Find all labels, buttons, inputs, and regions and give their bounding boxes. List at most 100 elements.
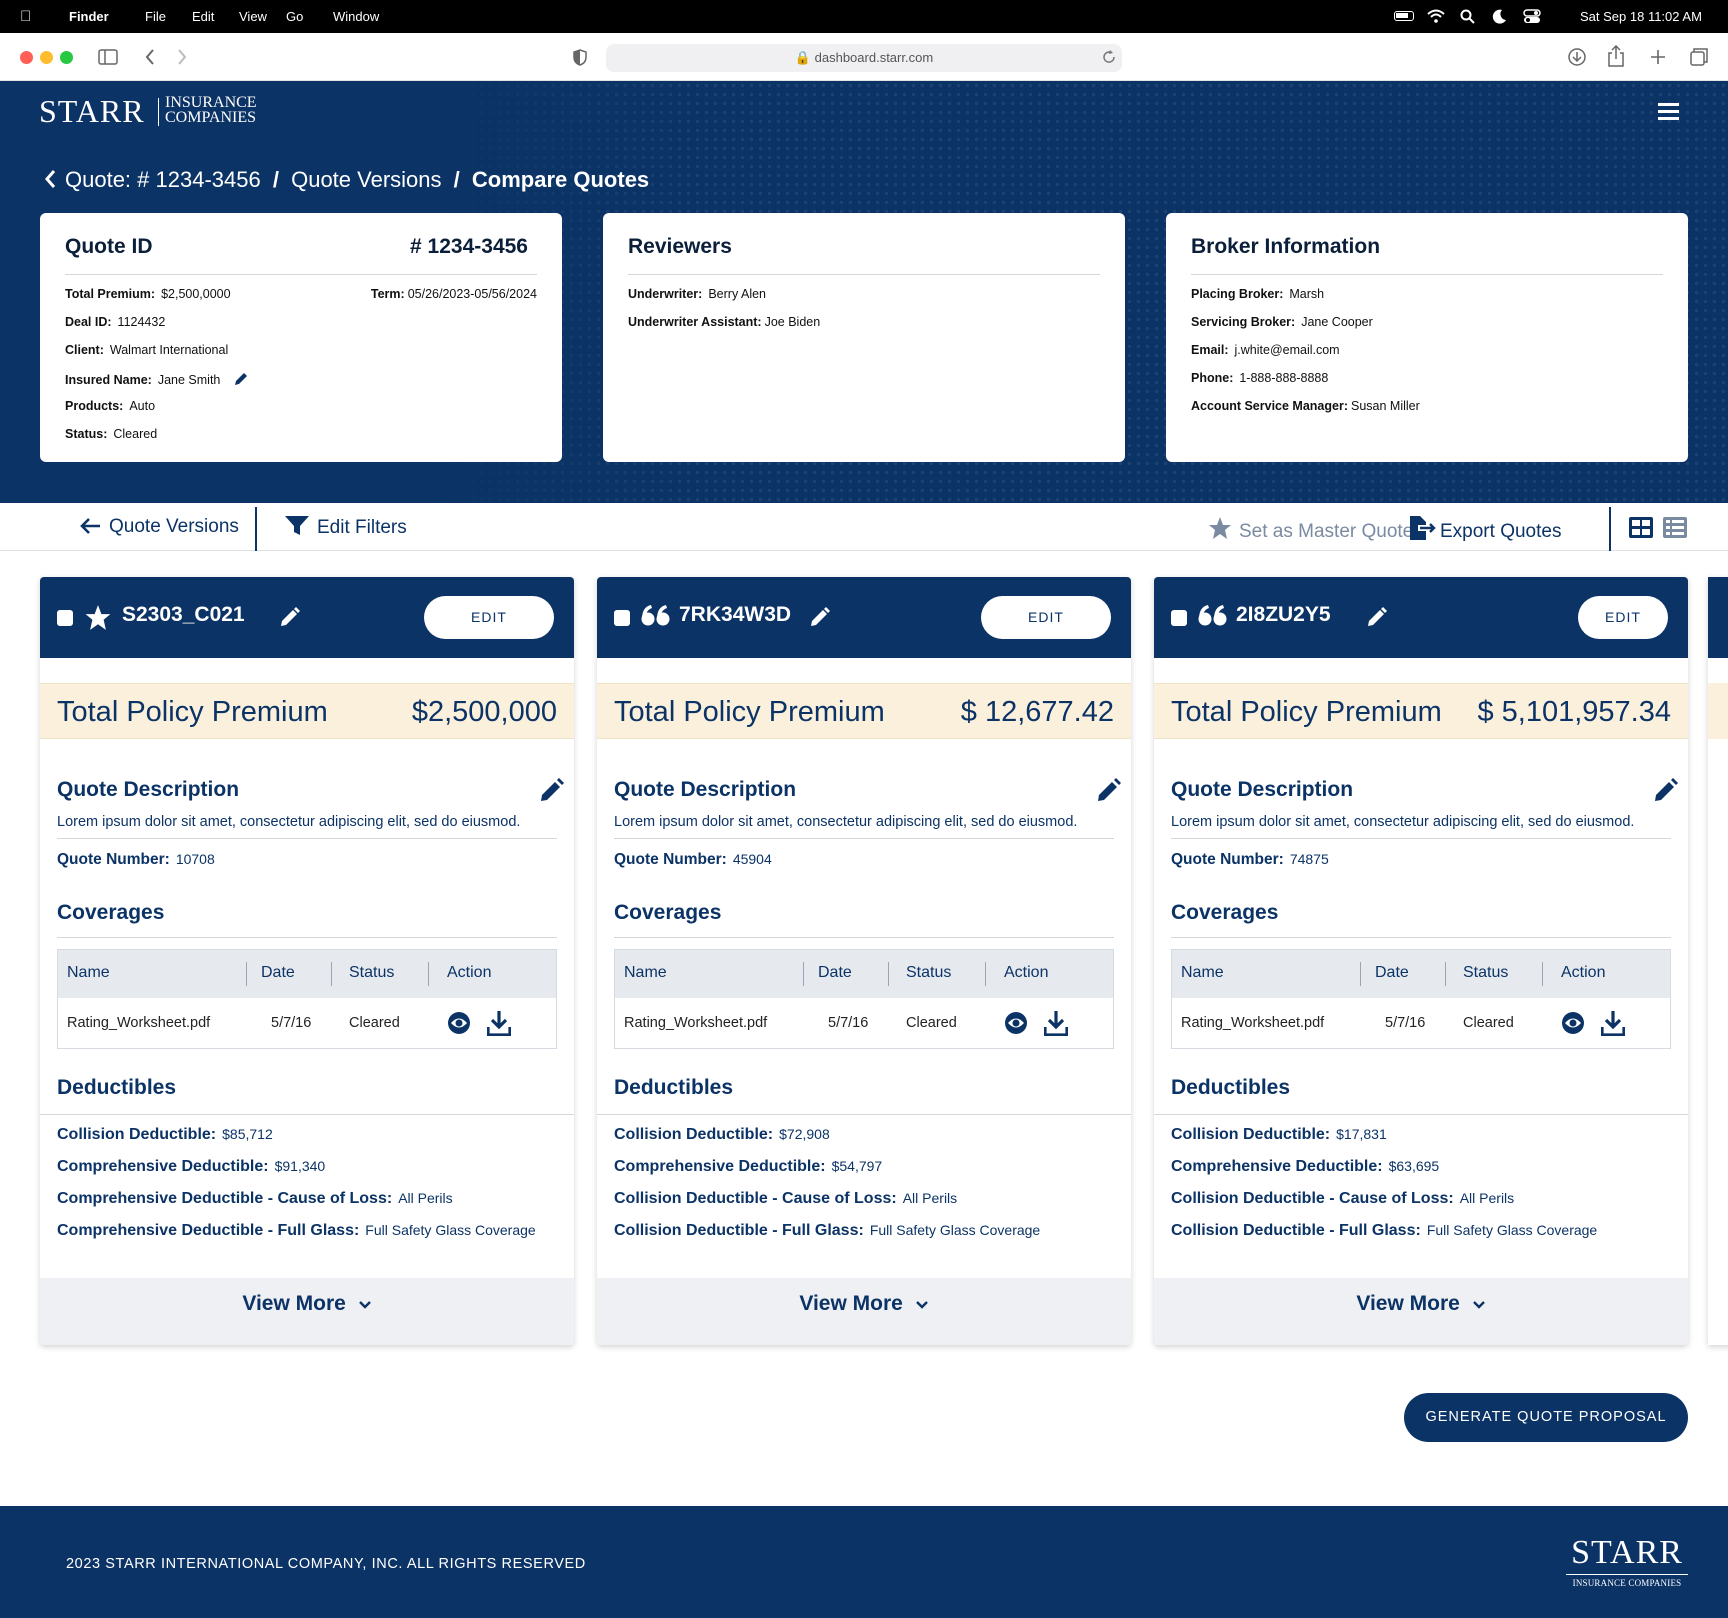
spotlight-search-icon[interactable]: [1460, 9, 1475, 24]
view-more-label: View More: [1356, 1292, 1460, 1315]
reload-icon[interactable]: [1102, 50, 1116, 64]
field-label: Collision Deductible:: [614, 1126, 774, 1143]
view-eye-icon[interactable]: [1004, 1011, 1028, 1035]
new-tab-icon[interactable]: [1650, 49, 1666, 65]
export-quotes-button[interactable]: Export Quotes: [1408, 516, 1561, 543]
field-value: Susan Miller: [1351, 399, 1420, 413]
apple-icon[interactable]: : [20, 8, 31, 25]
field-value: $17,831: [1336, 1126, 1387, 1142]
edit-button[interactable]: EDIT: [1578, 596, 1668, 639]
footer-logo[interactable]: STARR INSURANCE COMPANIES: [1566, 1536, 1688, 1588]
deductible-row: Comprehensive Deductible - Cause of Loss…: [57, 1190, 453, 1208]
share-icon[interactable]: [1608, 45, 1624, 67]
star-icon: [84, 604, 112, 631]
zoom-window-button[interactable]: [60, 51, 73, 64]
field-value: 1124432: [117, 315, 166, 329]
view-eye-icon[interactable]: [1561, 1011, 1585, 1035]
pencil-icon[interactable]: [1654, 778, 1678, 802]
field-value: Cleared: [113, 427, 158, 441]
pencil-icon[interactable]: [1367, 607, 1387, 627]
tab-overview-icon[interactable]: [1690, 48, 1708, 66]
menu-datetime[interactable]: Sat Sep 18 11:02 AM: [1580, 9, 1702, 24]
pencil-icon[interactable]: [234, 371, 249, 386]
quote-id-title: Quote ID: [65, 235, 153, 258]
toolbar-divider: [255, 507, 257, 551]
field-label: Account Service Manager:: [1191, 399, 1348, 413]
field-value: All Perils: [1459, 1190, 1515, 1206]
quote-versions-button[interactable]: Quote Versions: [79, 516, 239, 538]
control-center-icon[interactable]: [1523, 9, 1541, 24]
breadcrumb-quote[interactable]: Quote: # 1234-3456: [65, 167, 261, 192]
close-window-button[interactable]: [20, 51, 33, 64]
field-value: Joe Biden: [764, 315, 821, 329]
download-icon[interactable]: [487, 1010, 511, 1036]
premium-label: Total Policy Premium: [614, 696, 885, 728]
back-icon[interactable]: [144, 48, 156, 66]
grid-view-icon[interactable]: [1629, 517, 1653, 538]
toolbar-divider: [1609, 507, 1611, 551]
download-icon[interactable]: [1044, 1010, 1068, 1036]
select-quote-checkbox[interactable]: [614, 610, 630, 626]
quote-description-title: Quote Description: [614, 778, 797, 801]
pencil-icon[interactable]: [540, 778, 564, 802]
deductible-row: Collision Deductible: $72,908: [614, 1126, 830, 1144]
logo-wordmark: STARR: [39, 93, 145, 129]
sidebar-toggle-icon[interactable]: [98, 49, 118, 65]
browser-toolbar: 🔒 dashboard.starr.com: [0, 33, 1728, 81]
menu-edit[interactable]: Edit: [192, 9, 214, 24]
field-value[interactable]: j.white@email.com: [1235, 343, 1340, 357]
breadcrumb-quote-versions[interactable]: Quote Versions: [291, 167, 441, 192]
field-label: Underwriter:: [628, 287, 703, 301]
field-value: $63,695: [1388, 1158, 1440, 1174]
quote-versions-label: Quote Versions: [109, 516, 239, 537]
minimize-window-button[interactable]: [40, 51, 53, 64]
list-view-icon[interactable]: [1663, 517, 1687, 538]
address-bar[interactable]: 🔒 dashboard.starr.com: [606, 44, 1122, 72]
chevron-left-icon[interactable]: [44, 169, 57, 189]
cell-file-name[interactable]: Rating_Worksheet.pdf: [624, 1015, 767, 1031]
view-more-button[interactable]: View More: [40, 1278, 574, 1345]
privacy-shield-icon[interactable]: [573, 49, 587, 66]
battery-icon[interactable]: [1394, 11, 1414, 21]
view-more-label: View More: [242, 1292, 346, 1315]
field-label: Status:: [65, 427, 108, 441]
moon-icon[interactable]: [1492, 9, 1507, 24]
downloads-icon[interactable]: [1567, 47, 1587, 67]
cell-file-name[interactable]: Rating_Worksheet.pdf: [1181, 1015, 1324, 1031]
edit-filters-button[interactable]: Edit Filters: [285, 516, 407, 539]
cell-file-name[interactable]: Rating_Worksheet.pdf: [67, 1015, 210, 1031]
menu-window[interactable]: Window: [333, 9, 379, 24]
wifi-icon[interactable]: [1427, 9, 1445, 23]
edit-button[interactable]: EDIT: [981, 596, 1111, 639]
pencil-icon[interactable]: [810, 607, 830, 627]
field-label: Collision Deductible - Cause of Loss:: [1171, 1190, 1454, 1207]
generate-quote-proposal-button[interactable]: GENERATE QUOTE PROPOSAL: [1404, 1393, 1688, 1442]
column-status: Status: [349, 964, 395, 981]
pencil-icon[interactable]: [1097, 778, 1121, 802]
menu-app-name[interactable]: Finder: [69, 9, 109, 24]
forward-icon[interactable]: [176, 48, 188, 66]
download-icon[interactable]: [1601, 1010, 1625, 1036]
cell-status: Cleared: [1463, 1015, 1514, 1031]
field-label: Quote Number:: [57, 851, 170, 868]
view-eye-icon[interactable]: [447, 1011, 471, 1035]
pencil-icon[interactable]: [280, 607, 300, 627]
field-value: Full Safety Glass Coverage: [869, 1222, 1041, 1238]
menu-file[interactable]: File: [145, 9, 166, 24]
underwriter-assistant-row: Underwriter Assistant: Joe Biden: [628, 315, 820, 329]
view-more-button[interactable]: View More: [1154, 1278, 1688, 1345]
menu-go[interactable]: Go: [286, 9, 303, 24]
field-value: $91,340: [274, 1158, 326, 1174]
view-more-button[interactable]: View More: [597, 1278, 1131, 1345]
select-quote-checkbox[interactable]: [57, 610, 73, 626]
select-quote-checkbox[interactable]: [1171, 610, 1187, 626]
edit-button[interactable]: EDIT: [424, 596, 554, 639]
field-label: Deal ID:: [65, 315, 112, 329]
field-value: Walmart International: [109, 343, 229, 357]
menu-view[interactable]: View: [239, 9, 267, 24]
section-divider: [57, 838, 557, 839]
quote-description-text: Lorem ipsum dolor sit amet, consectetur …: [57, 814, 521, 830]
hamburger-menu-icon[interactable]: [1658, 102, 1679, 120]
set-master-quote-button[interactable]: Set as Master Quote: [1207, 516, 1413, 543]
field-label: Phone:: [1191, 371, 1234, 385]
